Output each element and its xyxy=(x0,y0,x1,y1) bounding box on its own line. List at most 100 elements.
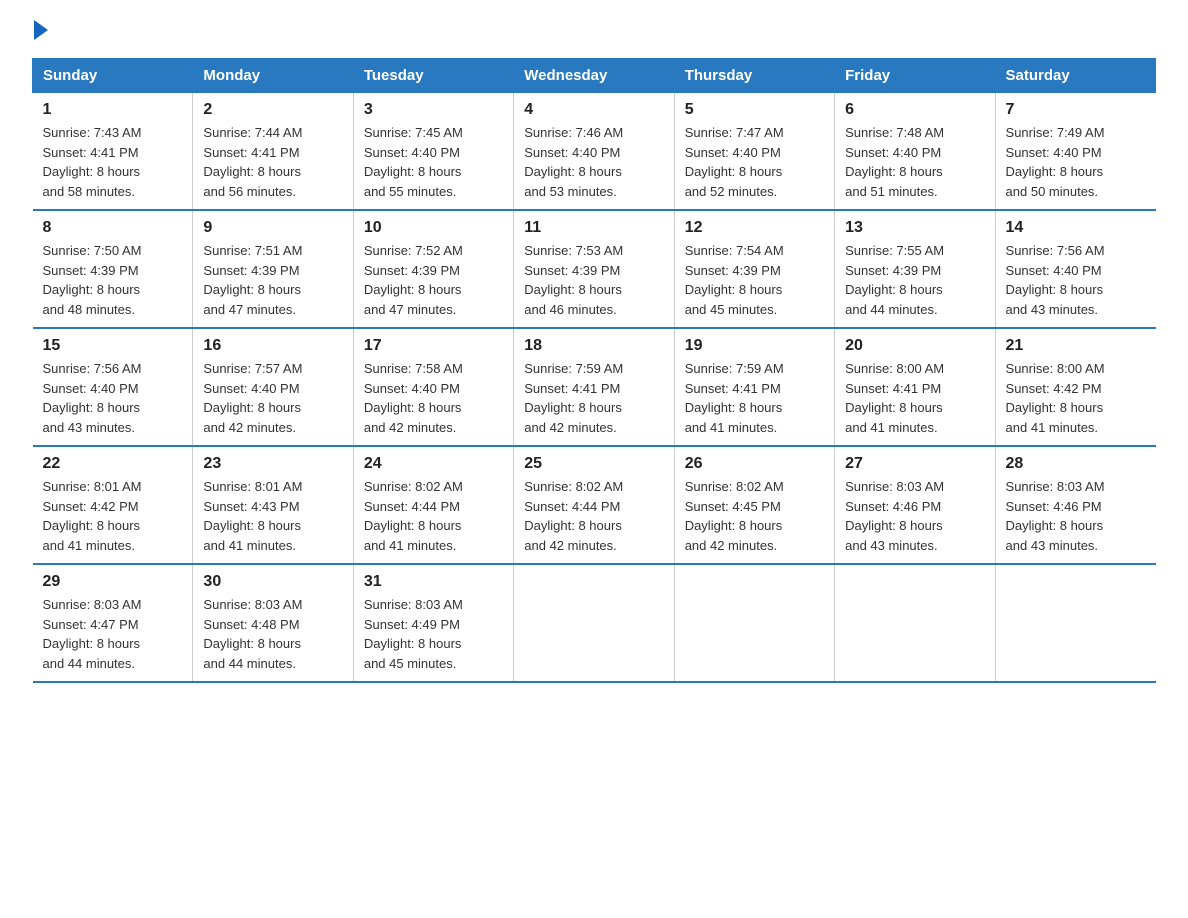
day-number: 14 xyxy=(1006,219,1146,237)
day-cell: 19 Sunrise: 7:59 AM Sunset: 4:41 PM Dayl… xyxy=(674,328,834,446)
day-cell: 9 Sunrise: 7:51 AM Sunset: 4:39 PM Dayli… xyxy=(193,210,353,328)
day-cell: 18 Sunrise: 7:59 AM Sunset: 4:41 PM Dayl… xyxy=(514,328,674,446)
day-info: Sunrise: 8:03 AM Sunset: 4:47 PM Dayligh… xyxy=(43,595,183,673)
day-number: 16 xyxy=(203,337,342,355)
day-info: Sunrise: 8:03 AM Sunset: 4:49 PM Dayligh… xyxy=(364,595,503,673)
day-info: Sunrise: 7:55 AM Sunset: 4:39 PM Dayligh… xyxy=(845,241,984,319)
day-info: Sunrise: 7:53 AM Sunset: 4:39 PM Dayligh… xyxy=(524,241,663,319)
day-number: 3 xyxy=(364,101,503,119)
day-number: 31 xyxy=(364,573,503,591)
day-info: Sunrise: 7:52 AM Sunset: 4:39 PM Dayligh… xyxy=(364,241,503,319)
day-cell xyxy=(514,564,674,682)
day-cell: 10 Sunrise: 7:52 AM Sunset: 4:39 PM Dayl… xyxy=(353,210,513,328)
day-cell xyxy=(835,564,995,682)
day-cell: 21 Sunrise: 8:00 AM Sunset: 4:42 PM Dayl… xyxy=(995,328,1155,446)
day-info: Sunrise: 7:56 AM Sunset: 4:40 PM Dayligh… xyxy=(1006,241,1146,319)
day-cell: 13 Sunrise: 7:55 AM Sunset: 4:39 PM Dayl… xyxy=(835,210,995,328)
header-cell-saturday: Saturday xyxy=(995,59,1155,93)
week-row-3: 15 Sunrise: 7:56 AM Sunset: 4:40 PM Dayl… xyxy=(33,328,1156,446)
day-number: 27 xyxy=(845,455,984,473)
calendar-header: SundayMondayTuesdayWednesdayThursdayFrid… xyxy=(33,59,1156,93)
day-info: Sunrise: 7:54 AM Sunset: 4:39 PM Dayligh… xyxy=(685,241,824,319)
day-cell: 17 Sunrise: 7:58 AM Sunset: 4:40 PM Dayl… xyxy=(353,328,513,446)
day-number: 8 xyxy=(43,219,183,237)
day-info: Sunrise: 8:01 AM Sunset: 4:42 PM Dayligh… xyxy=(43,477,183,555)
day-number: 20 xyxy=(845,337,984,355)
day-number: 19 xyxy=(685,337,824,355)
day-info: Sunrise: 8:00 AM Sunset: 4:41 PM Dayligh… xyxy=(845,359,984,437)
week-row-2: 8 Sunrise: 7:50 AM Sunset: 4:39 PM Dayli… xyxy=(33,210,1156,328)
day-cell: 5 Sunrise: 7:47 AM Sunset: 4:40 PM Dayli… xyxy=(674,93,834,211)
day-number: 10 xyxy=(364,219,503,237)
day-info: Sunrise: 8:03 AM Sunset: 4:46 PM Dayligh… xyxy=(1006,477,1146,555)
logo xyxy=(32,24,48,38)
day-info: Sunrise: 7:58 AM Sunset: 4:40 PM Dayligh… xyxy=(364,359,503,437)
day-cell: 16 Sunrise: 7:57 AM Sunset: 4:40 PM Dayl… xyxy=(193,328,353,446)
header-row: SundayMondayTuesdayWednesdayThursdayFrid… xyxy=(33,59,1156,93)
day-cell: 8 Sunrise: 7:50 AM Sunset: 4:39 PM Dayli… xyxy=(33,210,193,328)
day-cell: 14 Sunrise: 7:56 AM Sunset: 4:40 PM Dayl… xyxy=(995,210,1155,328)
day-cell: 26 Sunrise: 8:02 AM Sunset: 4:45 PM Dayl… xyxy=(674,446,834,564)
day-info: Sunrise: 7:44 AM Sunset: 4:41 PM Dayligh… xyxy=(203,123,342,201)
day-info: Sunrise: 7:46 AM Sunset: 4:40 PM Dayligh… xyxy=(524,123,663,201)
day-info: Sunrise: 7:49 AM Sunset: 4:40 PM Dayligh… xyxy=(1006,123,1146,201)
day-cell: 15 Sunrise: 7:56 AM Sunset: 4:40 PM Dayl… xyxy=(33,328,193,446)
day-info: Sunrise: 8:02 AM Sunset: 4:44 PM Dayligh… xyxy=(364,477,503,555)
day-cell: 20 Sunrise: 8:00 AM Sunset: 4:41 PM Dayl… xyxy=(835,328,995,446)
day-number: 30 xyxy=(203,573,342,591)
day-info: Sunrise: 8:00 AM Sunset: 4:42 PM Dayligh… xyxy=(1006,359,1146,437)
header-cell-thursday: Thursday xyxy=(674,59,834,93)
day-number: 15 xyxy=(43,337,183,355)
day-cell: 24 Sunrise: 8:02 AM Sunset: 4:44 PM Dayl… xyxy=(353,446,513,564)
day-number: 2 xyxy=(203,101,342,119)
day-cell: 30 Sunrise: 8:03 AM Sunset: 4:48 PM Dayl… xyxy=(193,564,353,682)
day-number: 12 xyxy=(685,219,824,237)
day-info: Sunrise: 8:02 AM Sunset: 4:44 PM Dayligh… xyxy=(524,477,663,555)
day-info: Sunrise: 7:43 AM Sunset: 4:41 PM Dayligh… xyxy=(43,123,183,201)
day-cell: 27 Sunrise: 8:03 AM Sunset: 4:46 PM Dayl… xyxy=(835,446,995,564)
day-info: Sunrise: 8:02 AM Sunset: 4:45 PM Dayligh… xyxy=(685,477,824,555)
day-info: Sunrise: 7:50 AM Sunset: 4:39 PM Dayligh… xyxy=(43,241,183,319)
header-cell-tuesday: Tuesday xyxy=(353,59,513,93)
day-number: 7 xyxy=(1006,101,1146,119)
day-info: Sunrise: 8:01 AM Sunset: 4:43 PM Dayligh… xyxy=(203,477,342,555)
day-number: 17 xyxy=(364,337,503,355)
header-cell-wednesday: Wednesday xyxy=(514,59,674,93)
header-cell-monday: Monday xyxy=(193,59,353,93)
day-number: 25 xyxy=(524,455,663,473)
day-info: Sunrise: 8:03 AM Sunset: 4:48 PM Dayligh… xyxy=(203,595,342,673)
logo-arrow-icon xyxy=(34,20,48,40)
week-row-4: 22 Sunrise: 8:01 AM Sunset: 4:42 PM Dayl… xyxy=(33,446,1156,564)
day-info: Sunrise: 7:45 AM Sunset: 4:40 PM Dayligh… xyxy=(364,123,503,201)
day-info: Sunrise: 7:51 AM Sunset: 4:39 PM Dayligh… xyxy=(203,241,342,319)
day-cell: 6 Sunrise: 7:48 AM Sunset: 4:40 PM Dayli… xyxy=(835,93,995,211)
day-info: Sunrise: 7:47 AM Sunset: 4:40 PM Dayligh… xyxy=(685,123,824,201)
week-row-5: 29 Sunrise: 8:03 AM Sunset: 4:47 PM Dayl… xyxy=(33,564,1156,682)
day-info: Sunrise: 7:59 AM Sunset: 4:41 PM Dayligh… xyxy=(685,359,824,437)
day-cell: 11 Sunrise: 7:53 AM Sunset: 4:39 PM Dayl… xyxy=(514,210,674,328)
day-cell xyxy=(995,564,1155,682)
day-cell: 3 Sunrise: 7:45 AM Sunset: 4:40 PM Dayli… xyxy=(353,93,513,211)
day-number: 5 xyxy=(685,101,824,119)
day-cell: 23 Sunrise: 8:01 AM Sunset: 4:43 PM Dayl… xyxy=(193,446,353,564)
header-cell-sunday: Sunday xyxy=(33,59,193,93)
week-row-1: 1 Sunrise: 7:43 AM Sunset: 4:41 PM Dayli… xyxy=(33,93,1156,211)
day-cell: 2 Sunrise: 7:44 AM Sunset: 4:41 PM Dayli… xyxy=(193,93,353,211)
day-number: 24 xyxy=(364,455,503,473)
day-number: 26 xyxy=(685,455,824,473)
day-cell: 1 Sunrise: 7:43 AM Sunset: 4:41 PM Dayli… xyxy=(33,93,193,211)
calendar-body: 1 Sunrise: 7:43 AM Sunset: 4:41 PM Dayli… xyxy=(33,93,1156,683)
day-cell: 29 Sunrise: 8:03 AM Sunset: 4:47 PM Dayl… xyxy=(33,564,193,682)
day-cell xyxy=(674,564,834,682)
header-cell-friday: Friday xyxy=(835,59,995,93)
day-cell: 25 Sunrise: 8:02 AM Sunset: 4:44 PM Dayl… xyxy=(514,446,674,564)
calendar-table: SundayMondayTuesdayWednesdayThursdayFrid… xyxy=(32,58,1156,683)
day-cell: 31 Sunrise: 8:03 AM Sunset: 4:49 PM Dayl… xyxy=(353,564,513,682)
day-cell: 7 Sunrise: 7:49 AM Sunset: 4:40 PM Dayli… xyxy=(995,93,1155,211)
day-number: 4 xyxy=(524,101,663,119)
day-cell: 4 Sunrise: 7:46 AM Sunset: 4:40 PM Dayli… xyxy=(514,93,674,211)
day-info: Sunrise: 8:03 AM Sunset: 4:46 PM Dayligh… xyxy=(845,477,984,555)
day-number: 28 xyxy=(1006,455,1146,473)
day-info: Sunrise: 7:59 AM Sunset: 4:41 PM Dayligh… xyxy=(524,359,663,437)
day-number: 22 xyxy=(43,455,183,473)
